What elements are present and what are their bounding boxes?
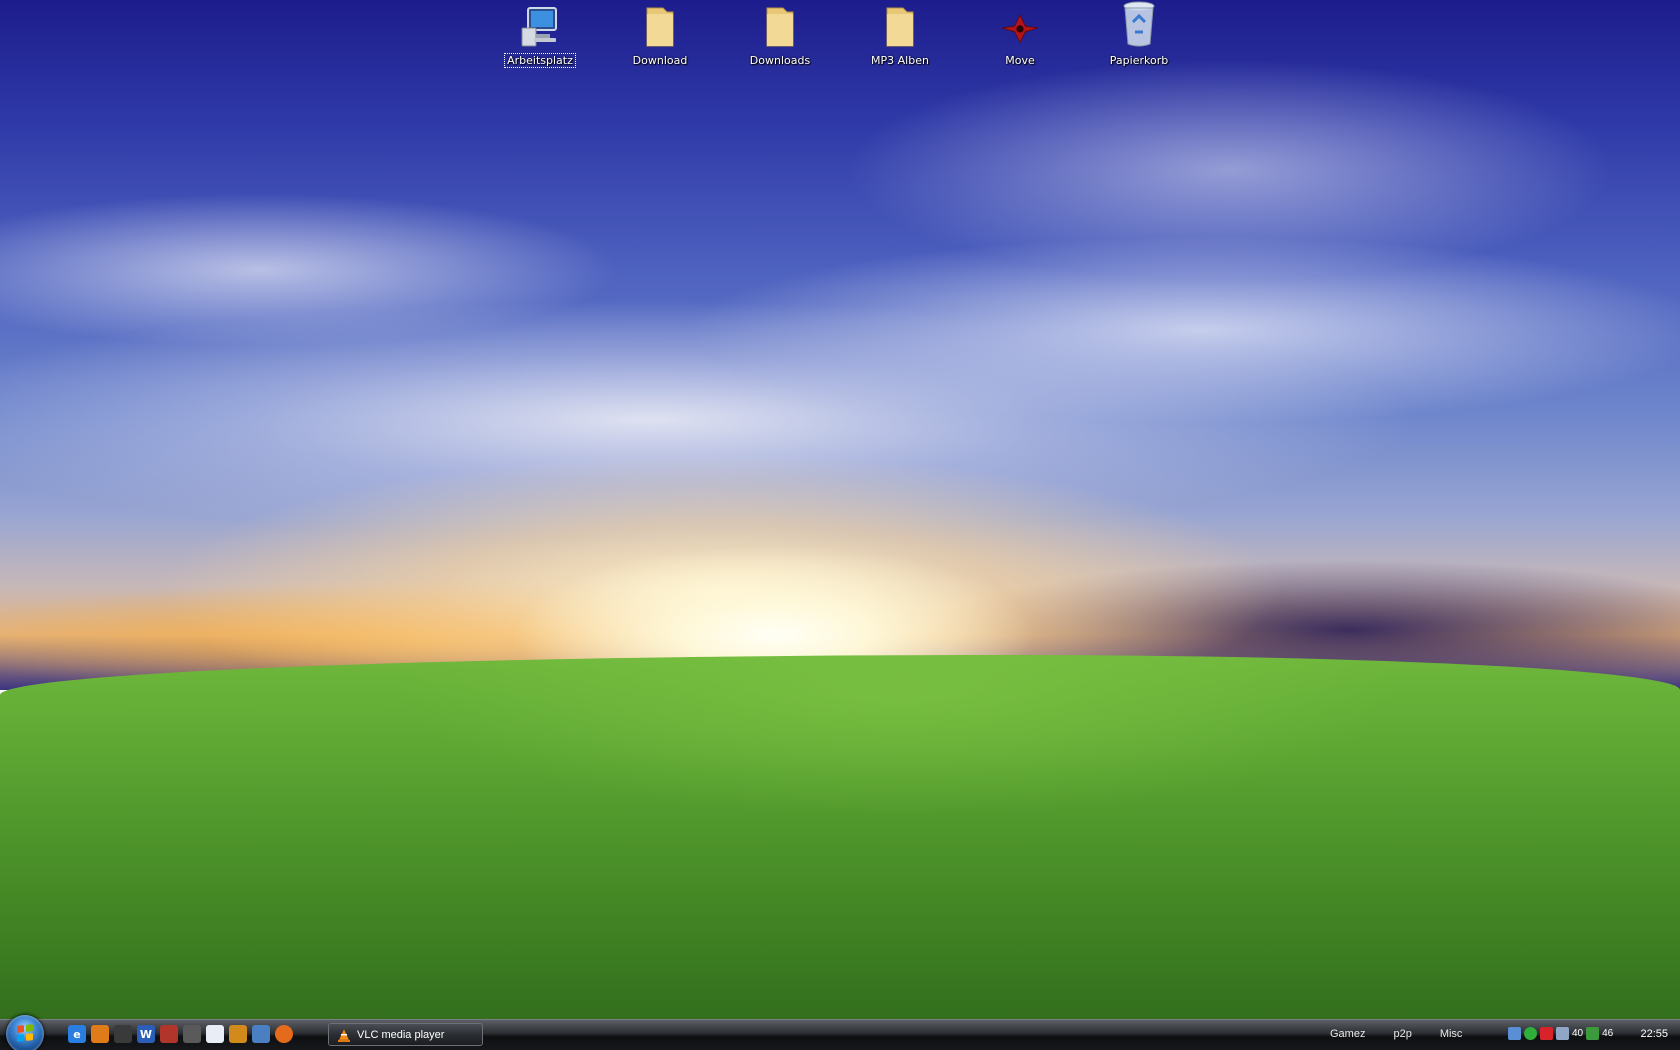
counter-strike-icon[interactable] bbox=[183, 1025, 201, 1043]
desktop-icon-label: Download bbox=[632, 54, 688, 67]
system-tray: 40 46 bbox=[1508, 1027, 1613, 1040]
taskbar-clock[interactable]: 22:55 bbox=[1640, 1028, 1668, 1040]
desktop-icon-label: Downloads bbox=[749, 54, 811, 67]
game-icon[interactable] bbox=[160, 1025, 178, 1043]
avira-tray-icon[interactable] bbox=[1540, 1027, 1553, 1040]
toolbar-gamez[interactable]: Gamez bbox=[1330, 1028, 1365, 1040]
folder-icon bbox=[880, 0, 920, 48]
desktop-icon-move[interactable]: Move bbox=[975, 0, 1065, 70]
desktop-icon-download[interactable]: Download bbox=[615, 0, 705, 70]
wallpaper-grass bbox=[0, 655, 1680, 1020]
document-icon[interactable] bbox=[206, 1025, 224, 1043]
desktop[interactable]: Arbeitsplatz Download Downloads MP3 Albe… bbox=[0, 0, 1680, 1050]
desktop-icon-arbeitsplatz[interactable]: Arbeitsplatz bbox=[495, 0, 585, 70]
steam-icon[interactable] bbox=[114, 1025, 132, 1043]
vlc-cone-icon bbox=[338, 1027, 350, 1042]
desktop-icon-mp3-alben[interactable]: MP3 Alben bbox=[855, 0, 945, 70]
wallpaper-sky bbox=[0, 0, 1680, 690]
network-icon[interactable] bbox=[91, 1025, 109, 1043]
folder-icon bbox=[640, 0, 680, 48]
word-icon[interactable]: W bbox=[137, 1025, 155, 1043]
hitman-logo-icon bbox=[1000, 0, 1040, 48]
volume-level-text[interactable]: 40 bbox=[1572, 1028, 1583, 1039]
messenger-icon[interactable] bbox=[229, 1025, 247, 1043]
taskbar: e W VLC media player Gamez p2p Misc 40 4… bbox=[0, 1015, 1680, 1050]
connection-tray-icon[interactable] bbox=[1586, 1027, 1600, 1040]
firefox-icon[interactable] bbox=[275, 1025, 293, 1043]
taskbar-button-vlc[interactable]: VLC media player bbox=[328, 1023, 483, 1046]
toolbar-p2p[interactable]: p2p bbox=[1393, 1028, 1411, 1040]
network-tray-icon[interactable] bbox=[1508, 1027, 1521, 1040]
antivirus-tray-icon[interactable] bbox=[1524, 1027, 1537, 1040]
internet-explorer-icon[interactable]: e bbox=[68, 1025, 86, 1043]
folder-icon bbox=[760, 0, 800, 48]
computer-icon bbox=[520, 0, 560, 48]
monitor-tray-icon[interactable] bbox=[1556, 1027, 1569, 1040]
start-button[interactable] bbox=[6, 1015, 44, 1050]
desktop-icon-label: Move bbox=[1005, 54, 1035, 67]
toolbar-misc[interactable]: Misc bbox=[1440, 1028, 1463, 1040]
desktop-icon-papierkorb[interactable]: Papierkorb bbox=[1094, 0, 1184, 70]
quick-launch-bar: e W bbox=[68, 1025, 293, 1043]
taskbar-toolbars: Gamez p2p Misc bbox=[1330, 1028, 1490, 1040]
thunderbird-icon[interactable] bbox=[252, 1025, 270, 1043]
desktop-icon-label: Papierkorb bbox=[1109, 54, 1169, 67]
desktop-icon-downloads[interactable]: Downloads bbox=[735, 0, 825, 70]
windows-logo-icon bbox=[17, 1024, 33, 1042]
recycle-bin-icon bbox=[1119, 0, 1159, 48]
desktop-icon-label: Arbeitsplatz bbox=[504, 53, 576, 68]
taskbar-button-label: VLC media player bbox=[357, 1028, 445, 1041]
connection-count-text[interactable]: 46 bbox=[1602, 1028, 1613, 1039]
desktop-icon-label: MP3 Alben bbox=[871, 54, 929, 67]
